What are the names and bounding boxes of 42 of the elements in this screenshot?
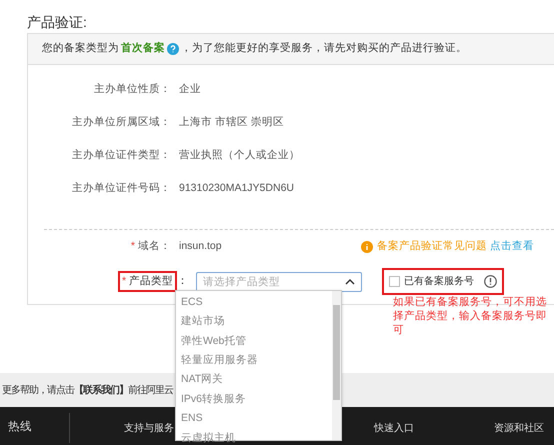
faq-text: 备案产品验证常见问题 点击查看 (377, 238, 534, 254)
dropdown-option[interactable]: ECS (176, 293, 332, 312)
field-value: 91310230MA1JY5DN6U (179, 180, 294, 196)
required-mark: * (122, 274, 126, 289)
section-title: 产品验证: (26, 13, 88, 32)
field-value: 上海市 市辖区 崇明区 (179, 114, 284, 130)
caret-icon (345, 278, 356, 284)
footer-heading[interactable]: 快速入口 (374, 420, 414, 436)
dropdown-option[interactable]: ENS (176, 409, 332, 429)
field-value: insun.top (179, 238, 222, 254)
dropdown-option[interactable]: 建站市场 (176, 312, 332, 332)
notice-text: ，为了您能更好的享受服务，请先对购买的产品进行验证。 (181, 41, 467, 56)
field-label: 主办单位证件号码： (71, 180, 171, 196)
field-label-text: 域名： (138, 240, 171, 252)
notice-text: 您的备案类型为 (42, 41, 119, 56)
annotation-note: 如果已有备案服务号，可不用选择产品类型，输入备案服务号即可 (393, 295, 548, 338)
info-icon (361, 240, 374, 252)
field-label: 主办单位证件类型： (71, 148, 171, 163)
footer-heading[interactable]: 热线 (8, 419, 32, 436)
filing-type: 首次备案 (121, 41, 165, 56)
exclamation-icon (484, 275, 498, 288)
footer-heading[interactable]: 资源和社区 (494, 420, 544, 436)
scrollbar-thumb[interactable] (333, 305, 340, 400)
required-mark: * (130, 240, 135, 252)
dropdown-option[interactable]: IPv6转换服务 (176, 390, 332, 410)
help-icon[interactable] (167, 43, 179, 55)
checkbox-label: 已有备案服务号 (404, 274, 474, 289)
field-label: 主办单位性质： (93, 82, 171, 97)
product-type-select[interactable]: 请选择产品类型 (196, 272, 362, 292)
view-link[interactable]: 点击查看 (490, 240, 534, 252)
field-label: 主办单位所属区域： (71, 114, 171, 130)
field-label-text: 产品类型 (129, 274, 174, 289)
checkbox[interactable] (389, 276, 400, 287)
label-colon: ： (177, 274, 188, 290)
footer-heading[interactable]: 支持与服务 (124, 420, 174, 436)
field-value: 营业执照（个人或企业） (179, 148, 300, 163)
field-value: 企业 (179, 82, 201, 97)
dropdown-option[interactable]: 轻量应用服务器 (176, 351, 332, 371)
dropdown-option[interactable]: 云虚拟主机 (176, 428, 332, 445)
dropdown-option[interactable]: 弹性Web托管 (176, 332, 332, 352)
help-text: 更多帮助，请点击【联系我们】前往阿里云 (2, 384, 173, 398)
dropdown-option[interactable]: NAT网关 (176, 370, 332, 390)
